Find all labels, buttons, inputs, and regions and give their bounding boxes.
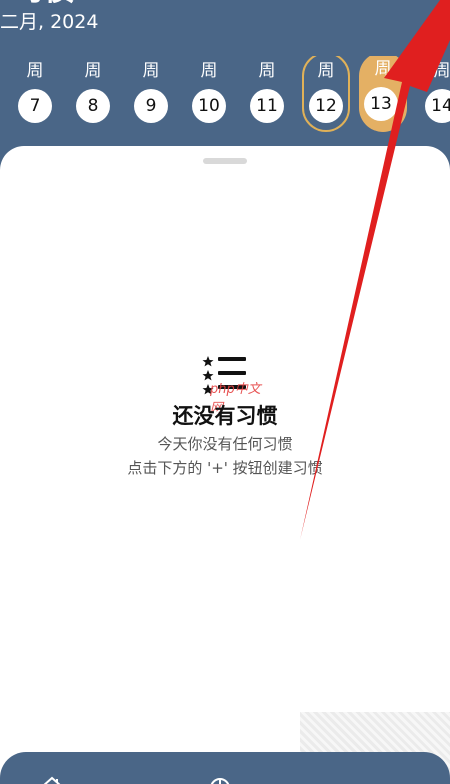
weekday-label: 周 xyxy=(317,61,335,81)
day-item[interactable]: 周 7 xyxy=(11,56,59,132)
weekday-label: 周 xyxy=(433,61,450,81)
weekday-label: 周 xyxy=(84,61,102,81)
day-item[interactable]: 周 10 xyxy=(185,56,233,132)
day-number: 12 xyxy=(309,89,343,123)
day-number: 10 xyxy=(192,89,226,123)
day-item-today[interactable]: 周 12 xyxy=(302,56,350,132)
home-icon[interactable] xyxy=(40,774,64,784)
drag-handle[interactable] xyxy=(203,158,247,164)
weekday-label: 周 xyxy=(26,61,44,81)
day-item[interactable]: 周 11 xyxy=(243,56,291,132)
day-number: 14 xyxy=(425,89,450,123)
empty-state-hint: 点击下方的 '+' 按钮创建习惯 xyxy=(127,459,323,477)
stats-icon[interactable] xyxy=(208,774,232,784)
day-item[interactable]: 周 9 xyxy=(127,56,175,132)
week-day-strip: 周 7 周 8 周 9 周 10 周 11 周 12 周 13 周 14 xyxy=(0,56,450,136)
day-number: 7 xyxy=(18,89,52,123)
weekday-label: 周 xyxy=(374,59,392,79)
watermark: php中文网 xyxy=(210,382,261,416)
month-year-label: 二月, 2024 xyxy=(0,11,99,33)
day-number: 8 xyxy=(76,89,110,123)
day-number: 13 xyxy=(364,87,398,121)
day-item-selected[interactable]: 周 13 xyxy=(359,56,407,132)
day-number: 11 xyxy=(250,89,284,123)
empty-state-title: 还没有习惯 xyxy=(172,404,278,428)
day-item[interactable]: 周 8 xyxy=(69,56,117,132)
weekday-label: 周 xyxy=(258,61,276,81)
day-number: 9 xyxy=(134,89,168,123)
weekday-label: 周 xyxy=(200,61,218,81)
weekday-label: 周 xyxy=(142,61,160,81)
bottom-nav xyxy=(0,752,450,784)
empty-state-message: 今天你没有任何习惯 xyxy=(157,435,293,453)
page-title: 习惯 xyxy=(14,0,84,4)
day-item[interactable]: 周 14 xyxy=(418,56,450,132)
